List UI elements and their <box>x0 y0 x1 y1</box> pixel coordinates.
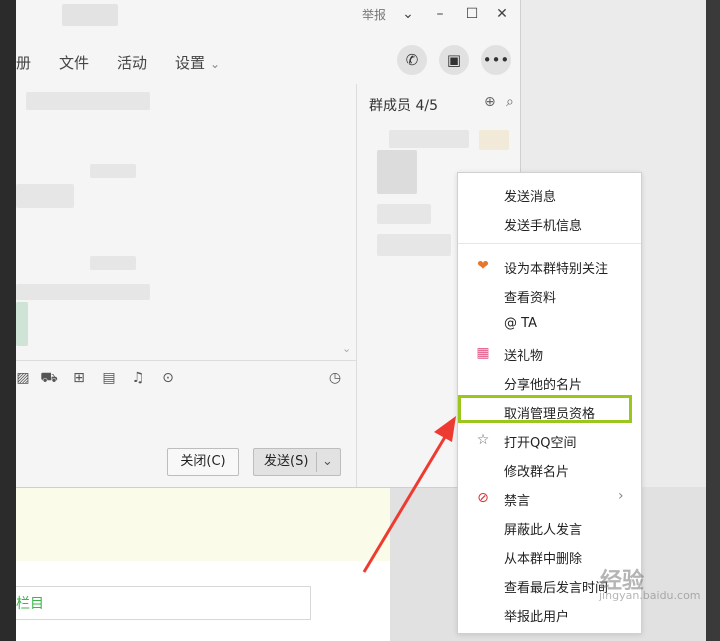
blurred-message <box>90 164 136 178</box>
background-notice-strip <box>16 487 390 561</box>
menu-item-send-message[interactable]: 发送消息 <box>458 180 641 208</box>
phone-icon: ✆ <box>405 51 419 69</box>
search-icon[interactable]: ⌕ <box>506 94 514 110</box>
phone-button[interactable]: ✆ <box>397 45 427 75</box>
chat-window: 举报 ⌄ – ☐ ✕ 册 文件 活动 设置 ⌄ ✆ ▣ ••• ⌄ ▨ ⛟ ⊞ ▤… <box>16 0 521 488</box>
watermark: 经验 jingyan.baidu.com <box>599 563 701 602</box>
menu-item-special-follow[interactable]: ❤ 设为本群特别关注 <box>458 252 641 280</box>
menu-item-label: 设为本群特别关注 <box>504 262 609 277</box>
chat-history: ⌄ <box>16 84 356 360</box>
shop-icon[interactable]: ⛟ <box>40 369 58 387</box>
send-label: 发送(S) <box>264 454 309 469</box>
add-member-icon[interactable]: ⊕ <box>484 94 496 110</box>
menu-item-label: 从本群中删除 <box>504 552 583 567</box>
send-options-chevron-icon[interactable]: ⌄ <box>322 449 333 475</box>
apps-icon: ▣ <box>446 51 462 69</box>
chevron-right-icon: › <box>618 488 624 504</box>
bell-icon[interactable]: ♫ <box>129 369 147 387</box>
menu-item-label: 禁言 <box>504 494 531 509</box>
apps-button[interactable]: ▣ <box>439 45 469 75</box>
menu-item-send-gift[interactable]: ▦ 送礼物 <box>458 339 641 367</box>
menu-item-mute[interactable]: ⊘ 禁言 › <box>458 484 641 512</box>
chevron-down-icon[interactable]: ⌄ <box>398 4 418 24</box>
gift-icon[interactable]: ⊞ <box>70 369 88 387</box>
more-icon: ••• <box>482 51 510 69</box>
close-icon[interactable]: ✕ <box>492 4 512 24</box>
highlight-box <box>458 395 632 423</box>
special-follow-icon: ❤ <box>477 258 489 274</box>
menu-item-label: 举报此用户 <box>504 610 570 625</box>
more-button[interactable]: ••• <box>481 45 511 75</box>
menu-item-label: 送礼物 <box>504 349 544 364</box>
tab-activity[interactable]: 活动 <box>117 52 147 73</box>
menu-item-label: 查看最后发言时间 <box>504 581 609 596</box>
tab-album[interactable]: 册 <box>16 52 31 73</box>
blurred-message <box>90 256 136 270</box>
blurred-member <box>389 130 469 148</box>
clock-icon[interactable]: ◷ <box>326 369 344 387</box>
menu-item-mention[interactable]: @ TA <box>458 310 641 338</box>
blurred-member <box>377 234 451 256</box>
gift-icon: ▦ <box>476 345 490 361</box>
watermark-sub: jingyan.baidu.com <box>599 589 701 602</box>
blurred-image <box>16 302 28 346</box>
blurred-member-avatar <box>377 150 417 194</box>
menu-item-view-profile[interactable]: 查看资料 <box>458 281 641 309</box>
menu-item-label: 打开QQ空间 <box>504 436 577 451</box>
blurred-member <box>377 204 431 224</box>
blurred-title <box>62 4 118 26</box>
menu-item-edit-card[interactable]: 修改群名片 <box>458 455 641 483</box>
menu-item-share-card[interactable]: 分享他的名片 <box>458 368 641 396</box>
calendar-icon[interactable]: ▤ <box>100 369 118 387</box>
title-bar: 举报 ⌄ – ☐ ✕ <box>16 0 520 30</box>
input-toolbar: ▨ ⛟ ⊞ ▤ ♫ ⊙ ◷ <box>16 360 356 391</box>
right-dark-edge <box>706 0 720 641</box>
star-icon: ☆ <box>476 432 490 448</box>
image-icon[interactable]: ▨ <box>14 369 32 387</box>
menu-item-label: 修改群名片 <box>504 465 570 480</box>
tab-settings[interactable]: 设置 ⌄ <box>175 52 220 73</box>
tab-files[interactable]: 文件 <box>59 52 89 73</box>
left-dark-edge <box>0 0 16 641</box>
menu-item-label: 查看资料 <box>504 291 557 306</box>
chevron-down-icon: ⌄ <box>210 57 221 71</box>
member-panel-title: 群成员 4/5 <box>369 98 438 114</box>
column-text: 栏目 <box>16 596 44 612</box>
menu-item-label: @ TA <box>504 316 537 331</box>
send-button[interactable]: 发送(S) ⌄ <box>253 448 341 476</box>
menu-item-open-qzone[interactable]: ☆ 打开QQ空间 <box>458 426 641 454</box>
minimize-icon[interactable]: – <box>430 4 450 24</box>
menu-separator <box>458 243 641 244</box>
blurred-message <box>26 92 150 110</box>
tab-settings-label: 设置 <box>175 54 206 72</box>
send-divider <box>316 452 317 472</box>
blurred-message <box>16 284 150 300</box>
menu-item-report-user[interactable]: 举报此用户 <box>458 600 641 628</box>
blurred-member <box>479 130 509 150</box>
menu-item-label: 分享他的名片 <box>504 378 583 393</box>
menu-item-label: 屏蔽此人发言 <box>504 523 583 538</box>
scroll-down-icon[interactable]: ⌄ <box>342 342 351 355</box>
mute-icon: ⊘ <box>477 490 489 506</box>
menu-item-label: 发送消息 <box>504 190 557 205</box>
bottom-text-field[interactable]: 栏目 <box>16 586 311 620</box>
menu-item-label: 发送手机信息 <box>504 219 583 234</box>
more-circle-icon[interactable]: ⊙ <box>159 369 177 387</box>
maximize-icon[interactable]: ☐ <box>462 4 482 24</box>
menu-item-block-speech[interactable]: 屏蔽此人发言 <box>458 513 641 541</box>
menu-item-send-sms[interactable]: 发送手机信息 <box>458 209 641 237</box>
report-link[interactable]: 举报 <box>362 6 386 23</box>
blurred-message <box>16 184 74 208</box>
close-button[interactable]: 关闭(C) <box>167 448 239 476</box>
